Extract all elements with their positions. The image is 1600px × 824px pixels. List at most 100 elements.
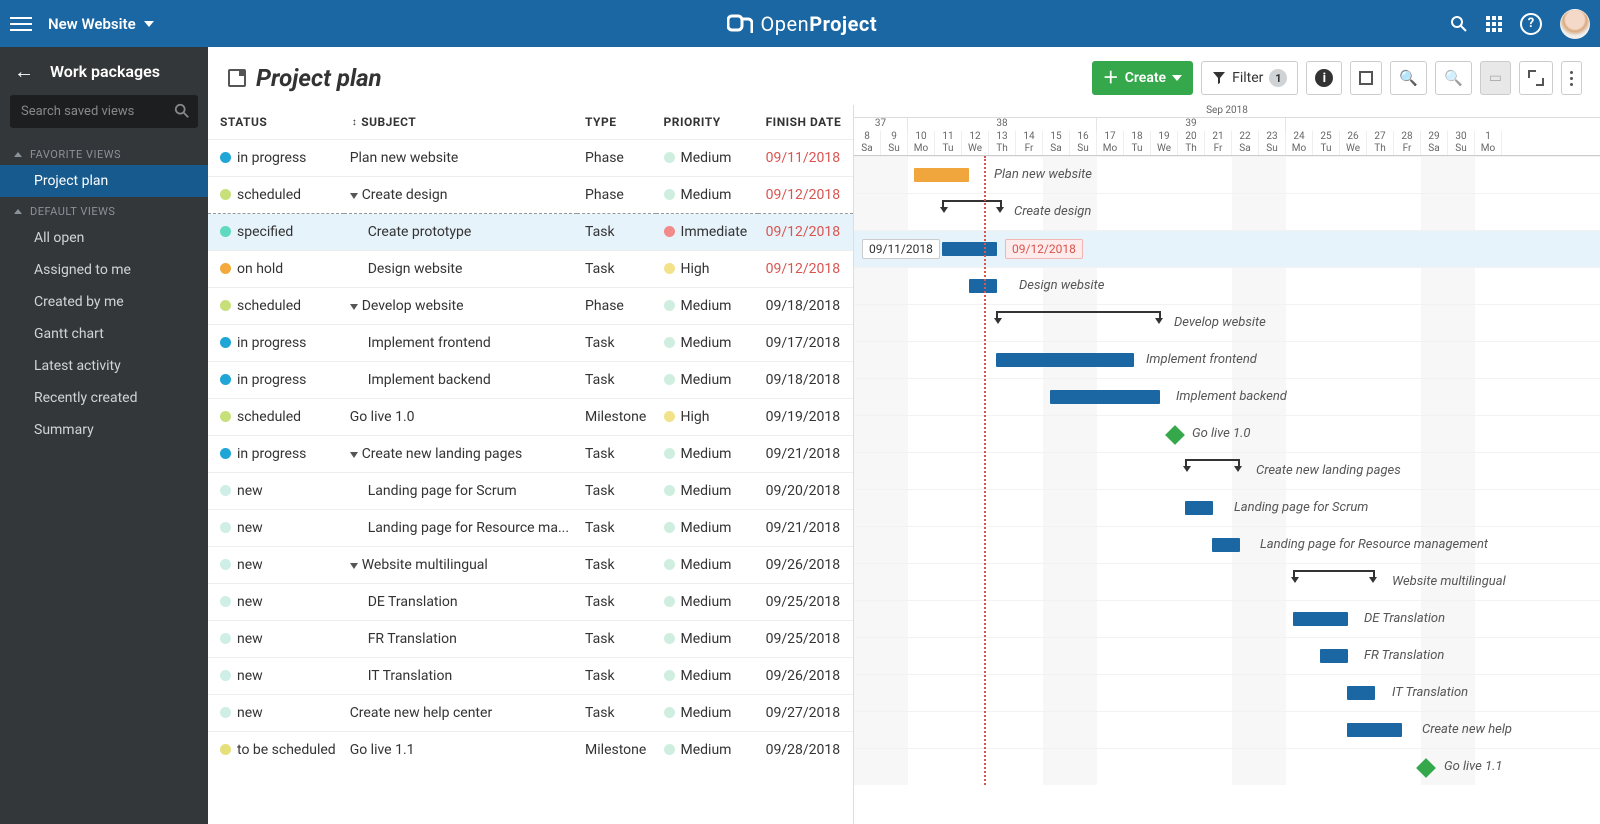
type-value: Phase xyxy=(577,140,655,177)
gantt-bar[interactable] xyxy=(1185,501,1213,515)
gantt-bar[interactable] xyxy=(969,279,997,293)
zoom-in-button[interactable]: 🔍 xyxy=(1390,61,1427,95)
gantt-row[interactable]: Landing page for Resource management xyxy=(854,526,1600,563)
col-priority[interactable]: PRIORITY xyxy=(656,105,758,140)
type-value: Task xyxy=(577,695,655,732)
priority-value: Medium xyxy=(681,631,732,647)
gantt-row[interactable]: Plan new website xyxy=(854,156,1600,193)
gantt-row[interactable]: Create design xyxy=(854,193,1600,230)
table-row[interactable]: newWebsite multilingualTaskMedium09/26/2… xyxy=(208,547,853,584)
gantt-bar[interactable] xyxy=(914,168,969,182)
zoom-fit-button[interactable]: ▭ xyxy=(1480,61,1511,95)
table-row[interactable]: scheduledDevelop websitePhaseMedium09/18… xyxy=(208,288,853,325)
table-row[interactable]: specifiedCreate prototypeTaskImmediate09… xyxy=(208,214,853,251)
gantt-row[interactable]: Go live 1.0 xyxy=(854,415,1600,452)
priority-value: Medium xyxy=(681,372,732,388)
gantt-row[interactable]: DE Translation xyxy=(854,600,1600,637)
fullscreen-button[interactable] xyxy=(1350,61,1382,95)
table-row[interactable]: in progressCreate new landing pagesTaskM… xyxy=(208,436,853,473)
expand-icon[interactable] xyxy=(350,304,358,310)
search-icon xyxy=(174,103,190,119)
table-row[interactable]: in progressImplement backendTaskMedium09… xyxy=(208,362,853,399)
gantt-phase-bracket[interactable] xyxy=(1185,459,1240,467)
status-dot xyxy=(220,707,231,718)
gantt-row[interactable]: 09/11/2018 09/12/2018 xyxy=(854,230,1600,267)
zoom-out-button[interactable]: 🔍 xyxy=(1435,61,1472,95)
gantt-row[interactable]: Go live 1.1 xyxy=(854,748,1600,785)
gantt-row[interactable]: FR Translation xyxy=(854,637,1600,674)
table-row[interactable]: newLanding page for Resource ma...TaskMe… xyxy=(208,510,853,547)
sidebar-item[interactable]: Gantt chart xyxy=(0,318,208,350)
gantt-bar[interactable] xyxy=(996,353,1134,367)
gantt-label: Implement frontend xyxy=(1146,352,1257,367)
gantt-milestone[interactable] xyxy=(1416,758,1436,778)
apps-icon[interactable] xyxy=(1486,16,1502,32)
table-row[interactable]: newLanding page for ScrumTaskMedium09/20… xyxy=(208,473,853,510)
sidebar-item[interactable]: Summary xyxy=(0,414,208,446)
gantt-phase-bracket[interactable] xyxy=(996,311,1161,319)
filter-button[interactable]: Filter 1 xyxy=(1201,61,1298,95)
table-row[interactable]: newCreate new help centerTaskMedium09/27… xyxy=(208,695,853,732)
help-icon[interactable]: ? xyxy=(1520,13,1542,35)
gantt-row[interactable]: IT Translation xyxy=(854,674,1600,711)
gantt-bar[interactable] xyxy=(942,242,997,256)
col-status[interactable]: STATUS xyxy=(208,105,344,140)
search-input[interactable] xyxy=(10,95,198,128)
sidebar-item[interactable]: Latest activity xyxy=(0,350,208,382)
col-finish[interactable]: FINISH DATE xyxy=(758,105,853,140)
create-button[interactable]: ＋ Create xyxy=(1092,61,1193,95)
gantt-phase-bracket[interactable] xyxy=(1293,570,1375,578)
menu-icon[interactable] xyxy=(10,13,32,35)
gantt-start-date: 09/11/2018 xyxy=(862,239,940,259)
priority-value: High xyxy=(681,261,710,277)
table-row[interactable]: to be scheduledGo live 1.1MilestoneMediu… xyxy=(208,732,853,769)
table-row[interactable]: scheduledGo live 1.0MilestoneHigh09/19/2… xyxy=(208,399,853,436)
table-row[interactable]: scheduledCreate designPhaseMedium09/12/2… xyxy=(208,177,853,214)
table-row[interactable]: on holdDesign websiteTaskHigh09/12/2018 xyxy=(208,251,853,288)
gantt-day: 23Su xyxy=(1259,131,1286,155)
gantt-row[interactable]: Create new help xyxy=(854,711,1600,748)
expand-icon[interactable] xyxy=(350,452,358,458)
table-row[interactable]: in progressImplement frontendTaskMedium0… xyxy=(208,325,853,362)
gantt-row[interactable]: Develop website xyxy=(854,304,1600,341)
sidebar-group-default[interactable]: DEFAULT VIEWS xyxy=(0,197,208,222)
user-avatar[interactable] xyxy=(1560,9,1590,39)
gantt-bar[interactable] xyxy=(1347,686,1375,700)
table-row[interactable]: newIT TranslationTaskMedium09/26/2018 xyxy=(208,658,853,695)
finish-date-value: 09/12/2018 xyxy=(758,214,853,251)
gantt-bar[interactable] xyxy=(1212,538,1240,552)
gantt-row[interactable]: Website multilingual xyxy=(854,563,1600,600)
more-actions-button[interactable] xyxy=(1561,61,1582,95)
col-type[interactable]: TYPE xyxy=(577,105,655,140)
expand-icon[interactable] xyxy=(350,563,358,569)
gantt-row[interactable]: Landing page for Scrum xyxy=(854,489,1600,526)
col-subject[interactable]: ↕SUBJECT xyxy=(344,105,577,140)
gantt-end-date: 09/12/2018 xyxy=(1005,239,1083,259)
table-row[interactable]: newFR TranslationTaskMedium09/25/2018 xyxy=(208,621,853,658)
table-row[interactable]: newDE TranslationTaskMedium09/25/2018 xyxy=(208,584,853,621)
expand-icon[interactable] xyxy=(350,193,358,199)
gantt-row[interactable]: Implement frontend xyxy=(854,341,1600,378)
sidebar-item[interactable]: Created by me xyxy=(0,286,208,318)
gantt-row[interactable]: Implement backend xyxy=(854,378,1600,415)
maximize-button[interactable] xyxy=(1519,61,1553,95)
project-selector[interactable]: New Website xyxy=(48,15,154,33)
gantt-bar[interactable] xyxy=(1293,612,1348,626)
gantt-bar[interactable] xyxy=(1347,723,1402,737)
info-button[interactable]: i xyxy=(1306,61,1342,95)
search-icon[interactable] xyxy=(1450,15,1468,33)
gantt-label: Develop website xyxy=(1174,315,1266,330)
table-row[interactable]: in progressPlan new websitePhaseMedium09… xyxy=(208,140,853,177)
sidebar-group-favorite[interactable]: FAVORITE VIEWS xyxy=(0,140,208,165)
sidebar-item[interactable]: Recently created xyxy=(0,382,208,414)
gantt-bar[interactable] xyxy=(1320,649,1348,663)
sidebar-item[interactable]: Project plan xyxy=(0,165,208,197)
gantt-milestone[interactable] xyxy=(1165,425,1185,445)
gantt-row[interactable]: Design website xyxy=(854,267,1600,304)
gantt-row[interactable]: Create new landing pages xyxy=(854,452,1600,489)
sidebar-item[interactable]: Assigned to me xyxy=(0,254,208,286)
sidebar-item[interactable]: All open xyxy=(0,222,208,254)
gantt-phase-bracket[interactable] xyxy=(942,200,1002,208)
gantt-bar[interactable] xyxy=(1050,390,1160,404)
back-arrow-icon[interactable]: ← xyxy=(14,61,34,81)
